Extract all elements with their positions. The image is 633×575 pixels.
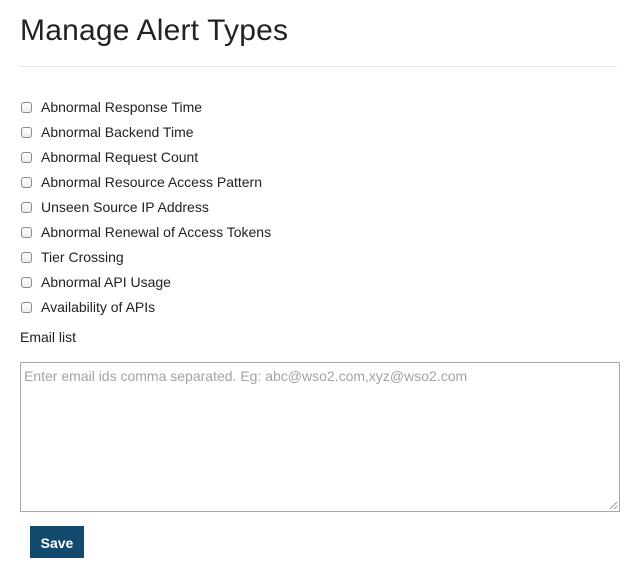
- alert-type-label: Availability of APIs: [41, 299, 156, 315]
- alert-type-label: Abnormal Request Count: [41, 149, 199, 165]
- alert-type-label: Abnormal API Usage: [41, 274, 171, 290]
- alert-type-checkbox[interactable]: [21, 252, 32, 263]
- alert-type-item-abnormal-backend-time[interactable]: Abnormal Backend Time: [20, 120, 271, 145]
- alert-type-label: Unseen Source IP Address: [41, 199, 209, 215]
- alert-type-item-abnormal-api-usage[interactable]: Abnormal API Usage: [20, 270, 271, 295]
- alert-type-label: Tier Crossing: [41, 249, 124, 265]
- email-list-placeholder: Enter email ids comma separated. Eg: abc…: [24, 368, 468, 384]
- alert-type-checkbox[interactable]: [21, 202, 32, 213]
- alert-type-checkbox[interactable]: [21, 277, 32, 288]
- email-list-textarea[interactable]: Enter email ids comma separated. Eg: abc…: [20, 362, 620, 512]
- alert-type-checkbox[interactable]: [21, 302, 32, 313]
- alert-type-list: Abnormal Response Time Abnormal Backend …: [20, 95, 271, 320]
- title-divider: [20, 66, 617, 67]
- resize-handle-icon[interactable]: [609, 501, 618, 510]
- alert-type-checkbox[interactable]: [21, 227, 32, 238]
- alert-type-item-abnormal-resource-access-pattern[interactable]: Abnormal Resource Access Pattern: [20, 170, 271, 195]
- alert-type-item-availability-of-apis[interactable]: Availability of APIs: [20, 295, 271, 320]
- alert-type-item-unseen-source-ip-address[interactable]: Unseen Source IP Address: [20, 195, 271, 220]
- email-list-label: Email list: [20, 329, 77, 345]
- alert-type-item-abnormal-renewal-of-access-tokens[interactable]: Abnormal Renewal of Access Tokens: [20, 220, 271, 245]
- page-title: Manage Alert Types: [20, 14, 289, 47]
- alert-type-label: Abnormal Renewal of Access Tokens: [41, 224, 272, 240]
- alert-type-item-abnormal-response-time[interactable]: Abnormal Response Time: [20, 95, 271, 120]
- alert-type-item-abnormal-request-count[interactable]: Abnormal Request Count: [20, 145, 271, 170]
- manage-alert-types-page: Manage Alert Types Abnormal Response Tim…: [0, 0, 633, 575]
- alert-type-checkbox[interactable]: [21, 102, 32, 113]
- alert-type-checkbox[interactable]: [21, 127, 32, 138]
- alert-type-label: Abnormal Response Time: [41, 99, 203, 115]
- alert-type-label: Abnormal Backend Time: [41, 124, 194, 140]
- alert-type-label: Abnormal Resource Access Pattern: [41, 174, 262, 190]
- alert-type-checkbox[interactable]: [21, 177, 32, 188]
- save-button[interactable]: Save: [30, 526, 84, 558]
- alert-type-checkbox[interactable]: [21, 152, 32, 163]
- alert-type-item-tier-crossing[interactable]: Tier Crossing: [20, 245, 271, 270]
